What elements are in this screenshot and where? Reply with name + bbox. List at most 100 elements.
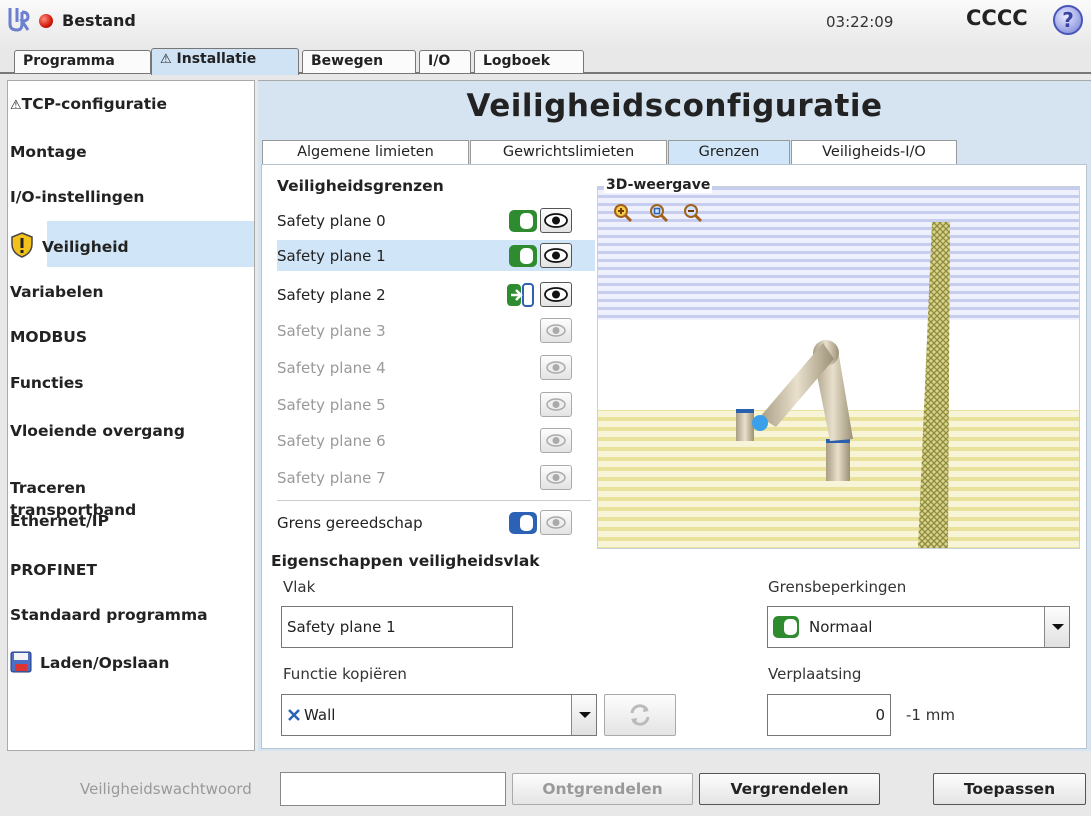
- sidebar-item-label: MODBUS: [10, 328, 88, 346]
- floppy-disk-icon: [10, 651, 32, 673]
- safety-plane-0-label[interactable]: Safety plane 0: [277, 212, 386, 230]
- tab-label: Programma: [23, 53, 115, 69]
- subtab-label: Grenzen: [698, 144, 760, 160]
- tab-programma[interactable]: Programma: [14, 50, 151, 73]
- plane-mode-toggle-icon[interactable]: [509, 210, 537, 232]
- tab-label: Logboek: [483, 53, 551, 69]
- sidebar-item-variabelen[interactable]: Variabelen: [7, 283, 255, 301]
- warning-icon: ⚠: [10, 98, 22, 113]
- sidebar-item-tcp-configuratie[interactable]: ⚠TCP-configuratie: [7, 95, 255, 113]
- plane-name-label: Vlak: [283, 578, 316, 596]
- zoom-out-icon[interactable]: [683, 203, 703, 223]
- restriction-dropdown[interactable]: Normaal: [767, 606, 1070, 648]
- sidebar-item-label: Vloeiende overgang: [10, 422, 185, 440]
- displacement-unit: -1 mm: [906, 706, 955, 724]
- visibility-eye-icon[interactable]: [540, 392, 572, 417]
- displacement-field[interactable]: 0: [767, 694, 891, 736]
- sidebar-item-label: Variabelen: [10, 283, 104, 301]
- restriction-label: Grensbeperkingen: [768, 578, 907, 596]
- tool-boundary-label[interactable]: Grens gereedschap: [277, 514, 423, 532]
- divider: [277, 500, 591, 501]
- sidebar-item-label: Standaard programma: [10, 606, 208, 624]
- eye-icon: [544, 213, 568, 228]
- refresh-button[interactable]: [604, 694, 676, 736]
- sidebar-item-label: Ethernet/IP: [10, 512, 109, 530]
- subtab-algemene-limieten[interactable]: Algemene limieten: [262, 140, 469, 164]
- sidebar-item-label: PROFINET: [10, 561, 97, 579]
- visibility-eye-icon[interactable]: [540, 465, 572, 490]
- sidebar-item-profinet[interactable]: PROFINET: [7, 561, 255, 579]
- 3d-view-panel[interactable]: [597, 186, 1080, 549]
- unlock-button[interactable]: Ontgrendelen: [512, 773, 693, 805]
- visibility-eye-icon[interactable]: [540, 282, 572, 307]
- clock: 03:22:09: [826, 13, 894, 31]
- visibility-eye-icon[interactable]: [540, 355, 572, 380]
- sidebar-item-laden-opslaan[interactable]: Laden/Opslaan: [7, 651, 255, 673]
- trigger-plane-icon[interactable]: [507, 283, 535, 307]
- boundaries-title: Veiligheidsgrenzen: [277, 177, 444, 195]
- zoom-fit-icon[interactable]: [649, 203, 669, 223]
- tab-io[interactable]: I/O: [419, 50, 471, 73]
- sidebar-item-ethernet-ip[interactable]: Ethernet/IP: [7, 512, 255, 530]
- shield-warning-icon: [11, 232, 33, 258]
- plane-properties-title: Eigenschappen veiligheidsvlak: [271, 552, 540, 570]
- subtab-veiligheids-io[interactable]: Veiligheids-I/O: [791, 140, 957, 164]
- copy-feature-dropdown[interactable]: Wall: [281, 694, 597, 736]
- zoom-in-icon[interactable]: [613, 203, 633, 223]
- universal-robots-logo-icon: [8, 8, 30, 32]
- safety-plane-2-label[interactable]: Safety plane 2: [277, 286, 386, 304]
- tab-installatie[interactable]: ⚠ Installatie: [151, 48, 299, 75]
- visibility-eye-icon[interactable]: [540, 318, 572, 343]
- refresh-icon: [630, 704, 650, 726]
- top-bar: [0, 0, 1091, 46]
- subtab-grenzen[interactable]: Grenzen: [668, 140, 790, 164]
- sidebar-item-vloeiende-overgang[interactable]: Vloeiende overgang: [7, 422, 255, 440]
- sidebar-item-modbus[interactable]: MODBUS: [7, 328, 255, 346]
- safety-plane-5-label[interactable]: Safety plane 5: [277, 396, 386, 414]
- subtab-label: Algemene limieten: [297, 144, 434, 160]
- tab-bewegen[interactable]: Bewegen: [302, 50, 416, 73]
- tab-label: I/O: [428, 53, 451, 69]
- tab-label: Bewegen: [311, 53, 384, 69]
- visibility-eye-icon[interactable]: [540, 208, 572, 233]
- subtab-gewrichtslimieten[interactable]: Gewrichtslimieten: [470, 140, 667, 164]
- visibility-eye-icon[interactable]: [540, 510, 572, 535]
- visibility-eye-icon[interactable]: [540, 243, 572, 268]
- eye-icon: [546, 516, 566, 529]
- chevron-down-icon[interactable]: [571, 695, 596, 735]
- 3d-scene[interactable]: [598, 187, 1079, 548]
- safety-plane-6-label[interactable]: Safety plane 6: [277, 432, 386, 450]
- robot-name: CCCC: [966, 6, 1028, 30]
- page-title: Veiligheidsconfiguratie: [466, 88, 883, 124]
- sidebar-item-veiligheid[interactable]: Veiligheid: [7, 232, 255, 258]
- safety-plane-3-label[interactable]: Safety plane 3: [277, 322, 386, 340]
- restriction-value: Normaal: [809, 618, 873, 636]
- safety-password-input[interactable]: [280, 772, 506, 806]
- help-icon[interactable]: ?: [1053, 5, 1083, 35]
- lock-button[interactable]: Vergrendelen: [699, 773, 880, 805]
- plane-mode-toggle-icon[interactable]: [509, 245, 537, 267]
- sidebar-item-io-instellingen[interactable]: I/O-instellingen: [7, 188, 255, 206]
- safety-plane-7-label[interactable]: Safety plane 7: [277, 469, 386, 487]
- plane-name-field[interactable]: Safety plane 1: [281, 606, 513, 648]
- chevron-down-icon[interactable]: [1044, 607, 1069, 647]
- sidebar-item-standaard-programma[interactable]: Standaard programma: [7, 606, 255, 624]
- tool-boundary-toggle-icon[interactable]: [509, 512, 537, 534]
- visibility-eye-icon[interactable]: [540, 428, 572, 453]
- eye-icon: [544, 287, 568, 302]
- eye-icon: [544, 248, 568, 263]
- apply-button[interactable]: Toepassen: [933, 773, 1086, 805]
- displacement-label: Verplaatsing: [768, 665, 862, 683]
- sidebar-item-functies[interactable]: Functies: [7, 374, 255, 392]
- copy-feature-value: Wall: [304, 706, 336, 724]
- eye-icon: [546, 361, 566, 374]
- file-menu-title[interactable]: Bestand: [62, 11, 136, 30]
- safety-plane-1-label[interactable]: Safety plane 1: [277, 247, 386, 265]
- plane-name-value: Safety plane 1: [287, 618, 396, 636]
- sidebar-item-montage[interactable]: Montage: [7, 143, 255, 161]
- sidebar-item-label: I/O-instellingen: [10, 188, 145, 206]
- safety-plane-4-label[interactable]: Safety plane 4: [277, 359, 386, 377]
- tab-label: Installatie: [176, 51, 257, 67]
- sidebar-item-label: Montage: [10, 143, 87, 161]
- tab-logboek[interactable]: Logboek: [474, 50, 584, 73]
